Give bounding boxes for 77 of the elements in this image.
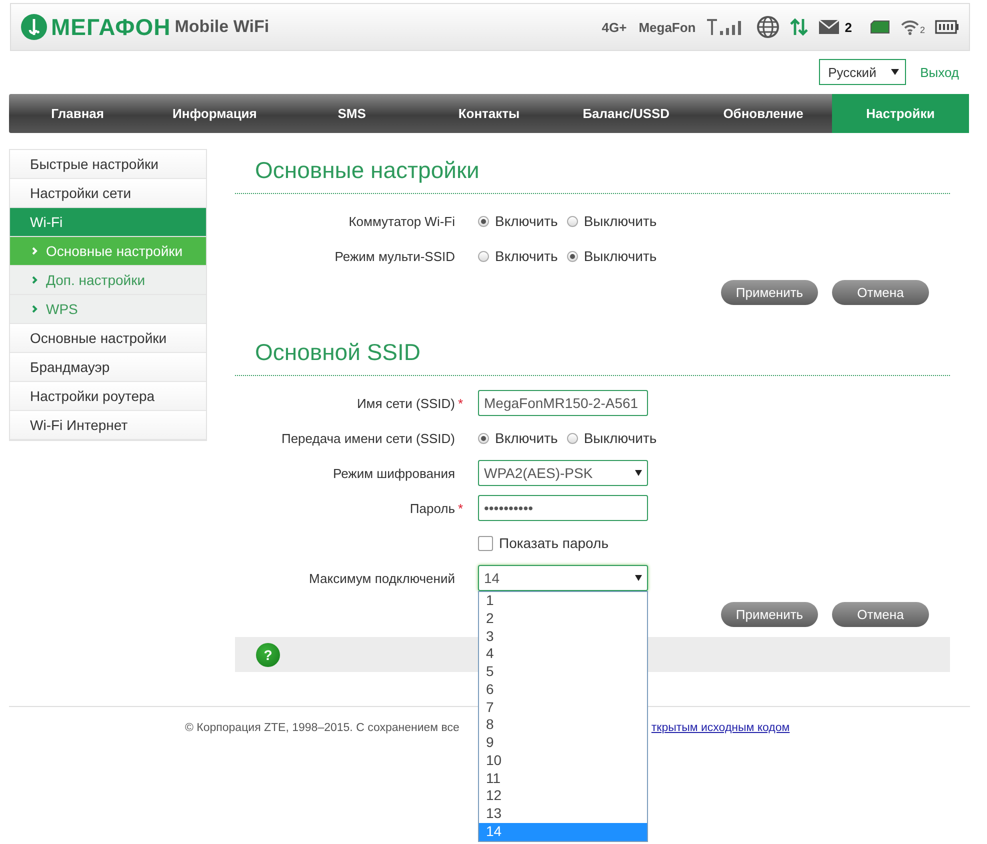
- section-title: Основной SSID: [235, 331, 950, 376]
- client-count: 2: [920, 25, 925, 35]
- checkbox-label: Показать пароль: [499, 535, 608, 551]
- wifi-icon: [900, 19, 920, 35]
- dropdown-arrow-icon: [891, 69, 900, 75]
- radio-label: Выключить: [584, 430, 657, 446]
- section-title: Основные настройки: [235, 149, 950, 194]
- field-label: Имя сети (SSID): [356, 396, 455, 410]
- source-code-link[interactable]: ткрытым исходным кодом: [651, 722, 790, 734]
- globe-icon: [756, 15, 780, 39]
- form-button[interactable]: Отмена: [832, 602, 929, 627]
- radio-label: Выключить: [584, 213, 657, 229]
- radio-button[interactable]: [566, 432, 578, 444]
- dropdown-option[interactable]: 5: [479, 663, 647, 681]
- sidebar-item[interactable]: Wi-Fi: [10, 208, 206, 237]
- chevron-icon: [32, 305, 38, 313]
- dropdown-option[interactable]: 6: [479, 680, 647, 698]
- radio-button[interactable]: [566, 250, 578, 262]
- dropdown-option[interactable]: 13: [479, 805, 647, 823]
- radio-label: Выключить: [584, 248, 657, 264]
- field-label: Коммутатор Wi-Fi: [348, 214, 455, 228]
- radio-button[interactable]: [478, 432, 489, 444]
- nav-tab[interactable]: Обновление: [694, 94, 832, 133]
- dropdown-option[interactable]: 12: [479, 787, 647, 805]
- checkbox[interactable]: [478, 536, 493, 550]
- message-count: 2: [844, 20, 852, 34]
- copyright-text: © Корпорация ZTE, 1998–2015. С сохранением все: [185, 722, 460, 734]
- field-label: Режим мульти-SSID: [334, 248, 455, 264]
- text-field[interactable]: MegaFonMR150-2-A561: [478, 390, 648, 416]
- nav-tab[interactable]: Настройки: [832, 94, 969, 133]
- dropdown-option[interactable]: 3: [479, 628, 647, 646]
- dropdown-option[interactable]: 4: [479, 645, 647, 663]
- required-mark: *: [458, 396, 464, 410]
- chevron-icon: [32, 276, 38, 284]
- field-label: Передача имени сети (SSID): [281, 430, 455, 446]
- field-label: Максимум подключений: [309, 570, 455, 586]
- dropdown-arrow-icon: [635, 470, 642, 476]
- logo-icon: [21, 14, 47, 40]
- radio-button[interactable]: [566, 216, 578, 226]
- dropdown-arrow-icon: [635, 575, 642, 581]
- form-button[interactable]: Применить: [721, 280, 818, 305]
- battery-icon: [935, 20, 959, 34]
- nav-tab[interactable]: Баланс/USSD: [558, 94, 695, 133]
- form-button[interactable]: Отмена: [832, 280, 929, 305]
- nav-tab[interactable]: Контакты: [420, 94, 558, 133]
- select-field[interactable]: WPA2(AES)-PSK: [478, 460, 648, 486]
- dropdown-option[interactable]: 7: [479, 698, 647, 716]
- field-label: Режим шифрования: [332, 466, 455, 480]
- dropdown-option[interactable]: 1: [479, 592, 647, 610]
- dropdown-option[interactable]: 10: [479, 752, 647, 770]
- language-select[interactable]: Русский: [819, 59, 906, 85]
- nav-tab[interactable]: SMS: [283, 94, 420, 133]
- nav-tab[interactable]: Главная: [9, 94, 146, 133]
- envelope-icon: [818, 19, 840, 35]
- chevron-icon: [32, 247, 38, 255]
- dropdown-option[interactable]: 9: [479, 734, 647, 752]
- field-label: Пароль: [410, 500, 455, 516]
- dropdown-option[interactable]: 2: [479, 610, 647, 628]
- radio-label: Включить: [495, 213, 558, 229]
- nav-tab[interactable]: Информация: [146, 94, 284, 133]
- radio-button[interactable]: [478, 216, 489, 226]
- select-field[interactable]: 14: [478, 565, 648, 591]
- product-name: Mobile WiFi: [174, 17, 270, 37]
- network-type: 4G+: [602, 20, 627, 34]
- required-mark: *: [458, 500, 464, 516]
- radio-label: Включить: [495, 248, 558, 264]
- radio-button[interactable]: [478, 250, 489, 262]
- sim-card-icon: [870, 20, 890, 34]
- text-field[interactable]: ••••••••••: [478, 495, 648, 521]
- form-button[interactable]: Применить: [721, 602, 818, 627]
- data-arrows-icon: [790, 17, 808, 37]
- dropdown-option[interactable]: 8: [479, 716, 647, 734]
- logout-link[interactable]: Выход: [920, 64, 959, 80]
- brand-name: МЕГАФОН: [51, 14, 171, 40]
- dropdown-option[interactable]: 11: [479, 770, 647, 788]
- operator-name: MegaFon: [638, 20, 696, 34]
- radio-label: Включить: [495, 430, 558, 446]
